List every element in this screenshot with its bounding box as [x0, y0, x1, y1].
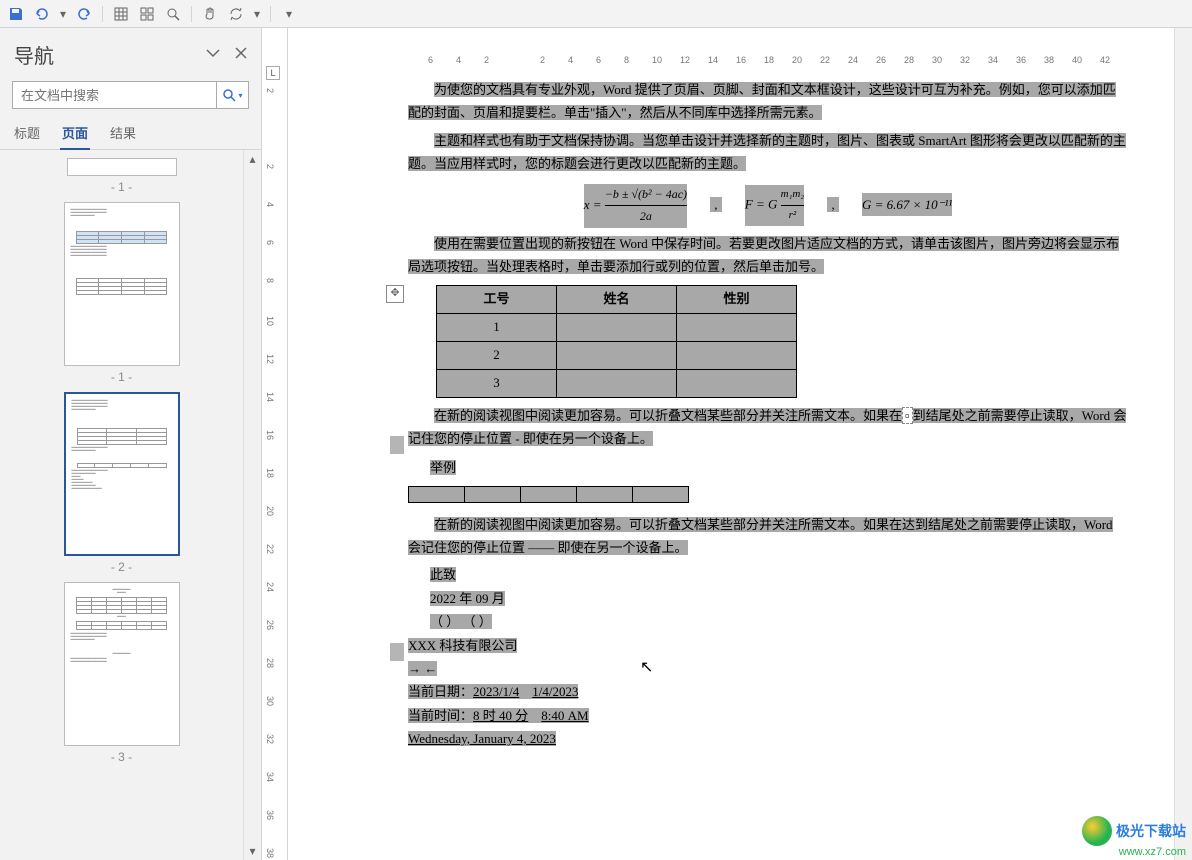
grid-icon[interactable] [137, 4, 157, 24]
table-2[interactable] [408, 486, 689, 503]
paragraph: 为使您的文档具有专业外观，Word 提供了页眉、页脚、封面和文本框设计，这些设计… [408, 78, 1128, 125]
table-cell[interactable]: 3 [437, 369, 557, 397]
cursor-icon: ↖ [640, 654, 653, 683]
table-cell[interactable] [409, 486, 465, 502]
undo-dropdown-icon[interactable]: ▾ [58, 4, 68, 24]
thumb-label: - 1 - [12, 370, 231, 384]
text-line: 此致 [430, 563, 1128, 586]
table-cell[interactable]: 1 [437, 313, 557, 341]
separator [270, 6, 271, 22]
vertical-ruler[interactable]: L 22468101214161820222426283032343638 [262, 28, 288, 860]
paragraph: 主题和样式也有助于文档保持协调。当您单击设计并选择新的主题时，图片、图表或 Sm… [408, 129, 1128, 176]
sync-dropdown-icon[interactable]: ▾ [252, 4, 262, 24]
separator [191, 6, 192, 22]
table-cell[interactable] [465, 486, 521, 502]
document-area: L 22468101214161820222426283032343638 64… [262, 28, 1192, 860]
thumb-header[interactable] [67, 158, 177, 176]
table-cell[interactable] [633, 486, 689, 502]
close-icon[interactable] [235, 47, 247, 62]
quick-access-toolbar: ▾ ▾ ▾ [0, 0, 1192, 28]
undo-icon[interactable] [32, 4, 52, 24]
tab-results[interactable]: 结果 [108, 117, 138, 149]
text-line: 当前日期：2023/1/4 1/4/2023 [408, 680, 1128, 703]
paragraph: 使用在需要位置出现的新按钮在 Word 中保存时间。若要更改图片适应文档的方式，… [408, 232, 1128, 279]
tab-pages[interactable]: 页面 [60, 117, 90, 150]
globe-icon [1082, 816, 1112, 846]
table-move-handle[interactable]: ✥ [386, 285, 404, 303]
text-line: 2022 年 09 月 [430, 587, 1128, 610]
table-cell[interactable] [557, 369, 677, 397]
table-header[interactable]: 性别 [677, 285, 797, 313]
thumb-label: - 2 - [12, 560, 231, 574]
nav-title: 导航 [14, 40, 54, 69]
table-cell[interactable] [521, 486, 577, 502]
table-cell[interactable] [557, 313, 677, 341]
thumbnails: - 1 - ━━━━━━━━━━━━━━━━━━━━━━━━━━━━━━━━ ━… [0, 150, 243, 860]
table-cell[interactable] [557, 341, 677, 369]
table-icon[interactable] [111, 4, 131, 24]
table-cell[interactable]: 2 [437, 341, 557, 369]
nav-tabs: 标题 页面 结果 [0, 117, 261, 150]
thumb-page-3[interactable]: ━━━━━━━━━ ━━━ ━━━━━━━━━━━━━━━━━━━━━━━━━━… [64, 582, 180, 746]
selection-marker [390, 436, 404, 454]
text-line: 当前时间：8 时 40 分 8:40 AM [408, 704, 1128, 727]
navigation-pane: 导航 ▾ 标题 页面 结果 - 1 - [0, 28, 262, 860]
nav-scrollbar[interactable]: ▴ ▾ [243, 150, 261, 860]
save-icon[interactable] [6, 4, 26, 24]
formula-row: x = −b ± √(b² − 4ac)2a , F = G m₁m₂r² , … [408, 180, 1128, 232]
tab-headings[interactable]: 标题 [12, 117, 42, 149]
thumb-label: - 1 - [12, 180, 231, 194]
watermark: 极光下载站 www.xz7.com [1082, 816, 1186, 858]
search-box: ▾ [12, 81, 249, 109]
text-line: Wednesday, January 4, 2023 [408, 727, 1128, 750]
text-line: （ ） （ ） [430, 610, 1128, 633]
tab-selector[interactable]: L [266, 66, 280, 80]
selection-marker [390, 643, 404, 661]
overflow-icon[interactable]: ▾ [279, 4, 299, 24]
text-line: → ← [408, 657, 1128, 680]
table-cell[interactable] [677, 341, 797, 369]
scroll-up-icon[interactable]: ▴ [244, 150, 261, 168]
document-page: 为使您的文档具有专业外观，Word 提供了页眉、页脚、封面和文本框设计，这些设计… [408, 78, 1128, 751]
redo-icon[interactable] [74, 4, 94, 24]
doc-scrollbar[interactable] [1174, 28, 1192, 860]
thumb-page-2[interactable]: ━━━━━━━━━━━━━━━━━━━━━━━━━━━━━━━━━━━━━━━━… [64, 392, 180, 556]
separator [102, 6, 103, 22]
chevron-down-icon[interactable] [205, 47, 221, 62]
thumb-label: - 3 - [12, 750, 231, 764]
paragraph: 举例 [430, 456, 1128, 479]
zoom-icon[interactable] [163, 4, 183, 24]
sync-icon[interactable] [226, 4, 246, 24]
text-line: XXX 科技有限公司 [408, 634, 1128, 657]
paragraph: 在新的阅读视图中阅读更加容易。可以折叠文档某些部分并关注所需文本。如果在▫到结尾… [408, 404, 1128, 451]
table-cell[interactable] [577, 486, 633, 502]
hand-icon[interactable] [200, 4, 220, 24]
search-icon[interactable]: ▾ [216, 82, 248, 108]
thumb-page-1[interactable]: ━━━━━━━━━━━━━━━━━━━━━━━━━━━━━━━━ ━━━━━━━… [64, 202, 180, 366]
table-cell[interactable] [677, 369, 797, 397]
paragraph: 在新的阅读视图中阅读更加容易。可以折叠文档某些部分并关注所需文本。如果在达到结尾… [408, 513, 1128, 560]
table-header[interactable]: 姓名 [557, 285, 677, 313]
table-cell[interactable] [677, 313, 797, 341]
search-input[interactable] [13, 88, 216, 103]
table-header[interactable]: 工号 [437, 285, 557, 313]
table-1[interactable]: 工号姓名性别 1 2 3 [436, 285, 797, 398]
scroll-down-icon[interactable]: ▾ [244, 842, 261, 860]
